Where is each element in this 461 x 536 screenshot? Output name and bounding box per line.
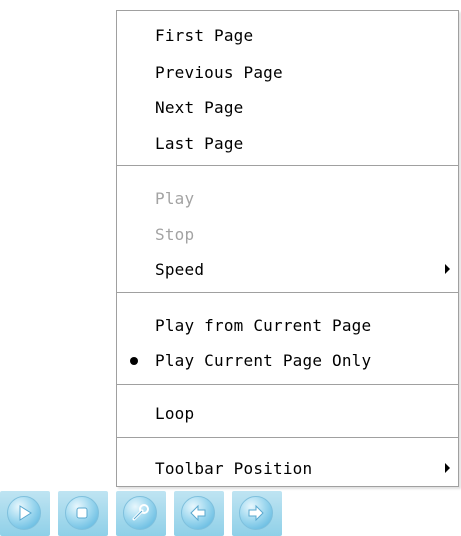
menu-item-label: Play from Current Page bbox=[155, 316, 372, 335]
menu-item-label: Play Current Page Only bbox=[155, 351, 372, 370]
menu-item-previous-page[interactable]: Previous Page bbox=[117, 56, 458, 90]
menu-item-toolbar-position[interactable]: Toolbar Position bbox=[117, 452, 458, 486]
menu-item-label: First Page bbox=[155, 26, 254, 45]
menu-item-loop[interactable]: Loop bbox=[117, 397, 458, 431]
wrench-icon bbox=[132, 504, 149, 521]
stop-button[interactable] bbox=[58, 491, 108, 536]
radio-bullet-icon bbox=[130, 357, 138, 365]
playback-toolbar bbox=[0, 491, 300, 536]
arrow-right-icon bbox=[248, 504, 264, 522]
menu-item-speed[interactable]: Speed bbox=[117, 253, 458, 287]
menu-item-label: Stop bbox=[155, 225, 195, 244]
submenu-arrow-icon bbox=[445, 463, 450, 473]
next-button[interactable] bbox=[232, 491, 282, 536]
menu-separator bbox=[117, 437, 458, 438]
arrow-left-icon bbox=[190, 504, 206, 522]
menu-item-label: Speed bbox=[155, 260, 205, 279]
stop-icon bbox=[76, 507, 88, 519]
play-button[interactable] bbox=[0, 491, 50, 536]
settings-button[interactable] bbox=[116, 491, 166, 536]
menu-item-play-from-current-page[interactable]: Play from Current Page bbox=[117, 309, 458, 343]
menu-separator bbox=[117, 384, 458, 385]
menu-item-label: Next Page bbox=[155, 98, 244, 117]
play-icon bbox=[19, 505, 32, 521]
menu-item-play: Play bbox=[117, 182, 458, 216]
menu-item-label: Last Page bbox=[155, 134, 244, 153]
menu-item-label: Toolbar Position bbox=[155, 459, 313, 478]
menu-item-label: Previous Page bbox=[155, 63, 283, 82]
menu-item-first-page[interactable]: First Page bbox=[117, 19, 458, 53]
menu-item-label: Loop bbox=[155, 404, 195, 423]
menu-item-stop: Stop bbox=[117, 218, 458, 252]
previous-button[interactable] bbox=[174, 491, 224, 536]
context-menu: First Page Previous Page Next Page Last … bbox=[116, 10, 459, 487]
menu-separator bbox=[117, 165, 458, 166]
menu-item-play-current-page-only[interactable]: Play Current Page Only bbox=[117, 344, 458, 378]
menu-item-last-page[interactable]: Last Page bbox=[117, 127, 458, 161]
menu-item-next-page[interactable]: Next Page bbox=[117, 91, 458, 125]
submenu-arrow-icon bbox=[445, 264, 450, 274]
menu-separator bbox=[117, 292, 458, 293]
menu-item-label: Play bbox=[155, 189, 195, 208]
